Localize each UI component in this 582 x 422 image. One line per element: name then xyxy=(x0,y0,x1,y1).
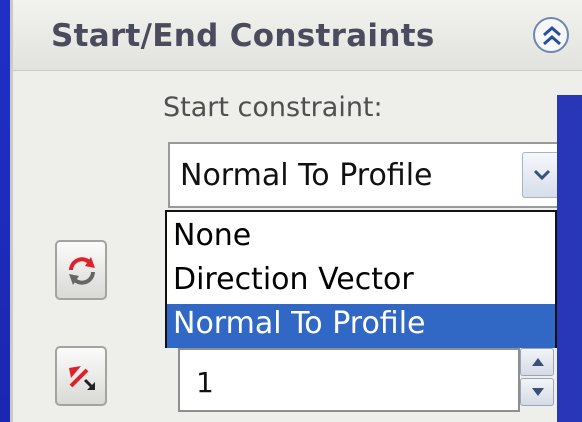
start-constraint-select[interactable]: Normal To Profile xyxy=(168,142,570,208)
panel-title: Start/End Constraints xyxy=(51,18,435,54)
start-constraint-options: None Direction Vector Normal To Profile xyxy=(165,210,557,348)
chevron-down-icon xyxy=(533,169,551,181)
spin-down-button[interactable] xyxy=(520,378,554,406)
option-none[interactable]: None xyxy=(167,216,555,260)
number-input[interactable]: 1 xyxy=(178,348,520,412)
reverse-direction-icon xyxy=(69,257,95,285)
direction-arrow-icon xyxy=(69,366,95,390)
number-value: 1 xyxy=(196,366,214,399)
spin-up-button[interactable] xyxy=(520,348,554,376)
arrow-up-icon xyxy=(532,358,544,366)
option-normal-to-profile[interactable]: Normal To Profile xyxy=(167,304,555,348)
start-constraint-value: Normal To Profile xyxy=(180,158,433,193)
arrow-down-icon xyxy=(532,388,544,396)
double-chevron-up-icon xyxy=(543,26,561,46)
collapse-button[interactable] xyxy=(533,17,569,53)
dropdown-toggle[interactable] xyxy=(522,152,562,198)
background-window-edge xyxy=(557,95,582,422)
panel-header[interactable]: Start/End Constraints xyxy=(13,0,582,71)
direction-button[interactable] xyxy=(55,346,107,406)
reverse-direction-button[interactable] xyxy=(55,240,107,300)
start-constraint-label: Start constraint: xyxy=(163,92,383,123)
option-direction-vector[interactable]: Direction Vector xyxy=(167,260,555,304)
